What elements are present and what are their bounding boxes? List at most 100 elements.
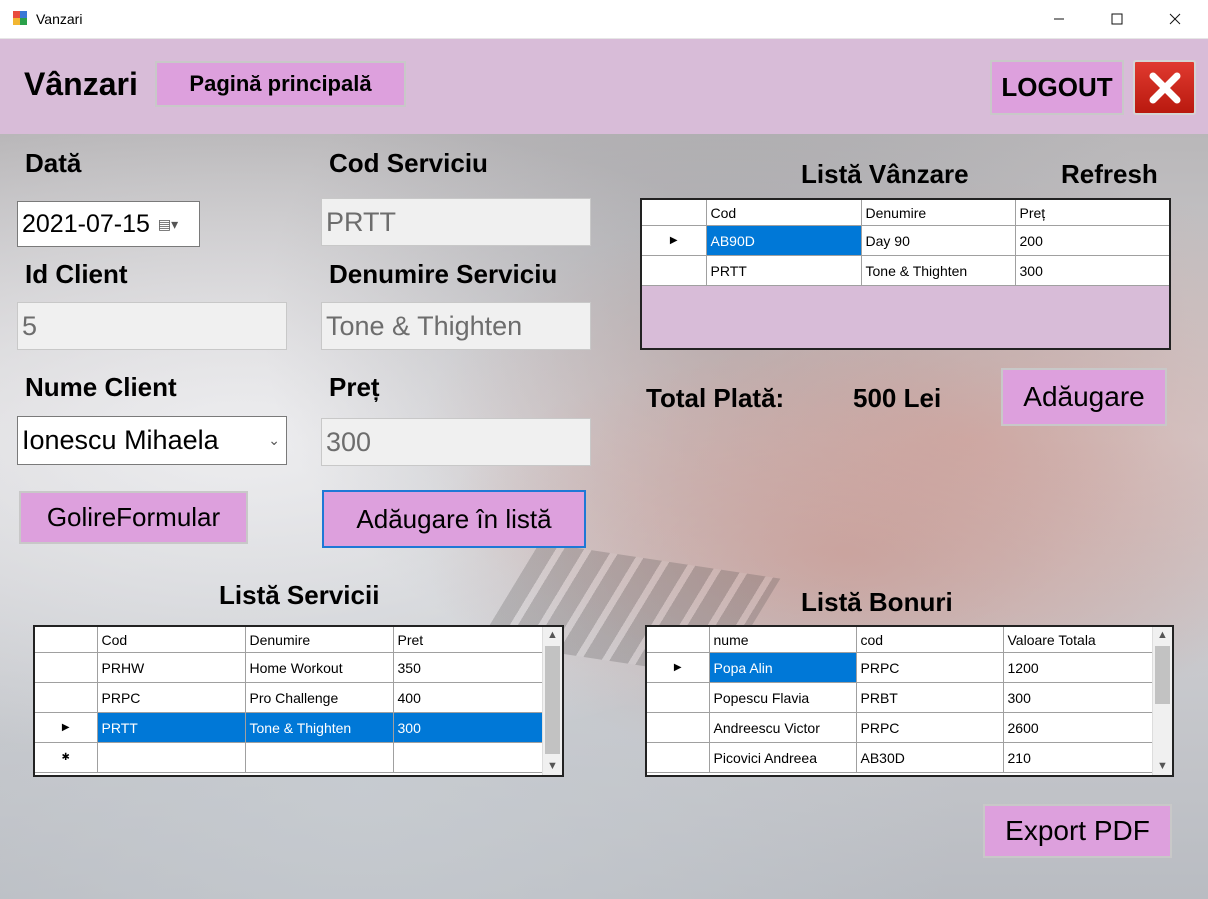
denumire-serviciu-field[interactable]: Tone & Thighten [321,302,591,350]
window-close-button[interactable] [1152,0,1198,38]
column-header[interactable]: Preț [1015,200,1169,226]
scroll-up-icon[interactable]: ▲ [1153,627,1172,644]
table-cell[interactable] [393,742,543,773]
table-cell[interactable]: Popa Alin [709,652,857,683]
table-cell[interactable] [245,742,394,773]
column-header[interactable]: Pret [393,627,543,653]
table-cell[interactable]: 300 [1003,682,1153,713]
column-header[interactable]: Denumire [245,627,394,653]
bonuri-header-row: nume cod Valoare Totala [647,627,1153,653]
table-cell[interactable]: PRPC [856,712,1004,743]
table-cell[interactable]: Tone & Thighten [861,255,1016,286]
table-row[interactable]: Picovici Andreea AB30D 210 [647,742,1153,773]
date-value: 2021-07-15 [22,209,150,238]
golire-formular-button[interactable]: GolireFormular [19,491,248,544]
table-cell[interactable]: 400 [393,682,543,713]
logout-button[interactable]: LOGOUT [990,60,1124,115]
calendar-dropdown-icon[interactable]: ▤▾ [158,216,178,233]
lista-servicii-title: Listă Servicii [219,580,380,610]
table-cell[interactable]: 300 [393,712,543,743]
close-icon [1169,13,1181,25]
table-cell[interactable]: 1200 [1003,652,1153,683]
column-header[interactable]: nume [709,627,857,653]
table-cell[interactable]: PRTT [97,712,246,743]
row-header[interactable] [647,742,710,773]
table-cell[interactable]: Andreescu Victor [709,712,857,743]
row-header[interactable] [35,682,98,713]
table-cell[interactable]: Popescu Flavia [709,682,857,713]
column-header[interactable]: Cod [706,200,862,226]
scroll-thumb[interactable] [545,646,560,754]
export-pdf-button[interactable]: Export PDF [983,804,1172,858]
table-cell[interactable]: PRTT [706,255,862,286]
cod-serviciu-field[interactable]: PRTT [321,198,591,246]
lista-vanzare-title: Listă Vânzare [801,159,969,189]
page-title: Vânzari [24,66,138,102]
pret-field[interactable]: 300 [321,418,591,466]
table-row[interactable]: PRTT Tone & Thighten 300 [642,255,1169,286]
maximize-button[interactable] [1094,0,1140,38]
adaugare-button[interactable]: Adăugare [1001,368,1167,426]
table-row-selected[interactable]: ▶ PRTT Tone & Thighten 300 [35,712,543,743]
vanzare-grid[interactable]: Cod Denumire Preț ▶ AB90D Day 90 200 PRT… [640,198,1171,350]
scroll-up-icon[interactable]: ▲ [543,627,562,644]
table-cell[interactable]: PRHW [97,652,246,683]
table-cell[interactable]: Tone & Thighten [245,712,394,743]
scroll-down-icon[interactable]: ▼ [543,758,562,775]
scroll-down-icon[interactable]: ▼ [1153,758,1172,775]
table-cell[interactable]: PRBT [856,682,1004,713]
table-cell[interactable]: Home Workout [245,652,394,683]
id-client-field[interactable]: 5 [17,302,287,350]
table-row[interactable]: Popescu Flavia PRBT 300 [647,682,1153,713]
table-row[interactable]: ▶ Popa Alin PRPC 1200 [647,652,1153,683]
row-header[interactable] [647,712,710,743]
row-header-corner [642,200,707,226]
row-header[interactable] [35,652,98,683]
home-button[interactable]: Pagină principală [155,61,406,107]
table-cell[interactable]: 200 [1015,225,1169,256]
scroll-thumb[interactable] [1155,646,1170,704]
vanzare-header-row: Cod Denumire Preț [642,200,1169,226]
new-row[interactable]: ✱ [35,742,543,773]
chevron-down-icon: ⌄ [268,432,280,448]
servicii-scrollbar[interactable]: ▲ ▼ [542,627,562,775]
table-cell[interactable]: 350 [393,652,543,683]
table-cell[interactable]: Picovici Andreea [709,742,857,773]
servicii-grid[interactable]: Cod Denumire Pret PRHW Home Workout 350 … [33,625,564,777]
table-cell[interactable]: Pro Challenge [245,682,394,713]
table-row[interactable]: PRHW Home Workout 350 [35,652,543,683]
column-header[interactable]: cod [856,627,1004,653]
column-header[interactable]: Cod [97,627,246,653]
table-cell[interactable]: 300 [1015,255,1169,286]
table-row[interactable]: PRPC Pro Challenge 400 [35,682,543,713]
table-cell[interactable]: AB90D [706,225,862,256]
table-cell[interactable] [97,742,246,773]
nume-client-select[interactable]: Ionescu Mihaela ⌄ [17,416,287,465]
table-cell[interactable]: 2600 [1003,712,1153,743]
column-header[interactable]: Denumire [861,200,1016,226]
exit-button[interactable] [1133,60,1196,115]
table-cell[interactable]: PRPC [97,682,246,713]
row-pointer-icon[interactable]: ▶ [647,652,710,683]
table-cell[interactable]: AB30D [856,742,1004,773]
pret-label: Preț [329,372,380,402]
refresh-link[interactable]: Refresh [1061,159,1158,190]
row-header[interactable] [647,682,710,713]
row-header-corner [35,627,98,653]
minimize-button[interactable] [1036,0,1082,38]
new-row-icon[interactable]: ✱ [35,742,98,773]
column-header[interactable]: Valoare Totala [1003,627,1153,653]
row-header[interactable] [642,255,707,286]
table-cell[interactable]: Day 90 [861,225,1016,256]
table-cell[interactable]: 210 [1003,742,1153,773]
bonuri-grid[interactable]: nume cod Valoare Totala ▶ Popa Alin PRPC… [645,625,1174,777]
adaugare-in-lista-button[interactable]: Adăugare în listă [322,490,586,548]
row-pointer-icon[interactable]: ▶ [642,225,707,256]
date-picker[interactable]: 2021-07-15 ▤▾ [17,201,200,247]
table-row[interactable]: ▶ AB90D Day 90 200 [642,225,1169,256]
table-cell[interactable]: PRPC [856,652,1004,683]
close-icon [1149,72,1180,103]
table-row[interactable]: Andreescu Victor PRPC 2600 [647,712,1153,743]
bonuri-scrollbar[interactable]: ▲ ▼ [1152,627,1172,775]
row-pointer-icon[interactable]: ▶ [35,712,98,743]
